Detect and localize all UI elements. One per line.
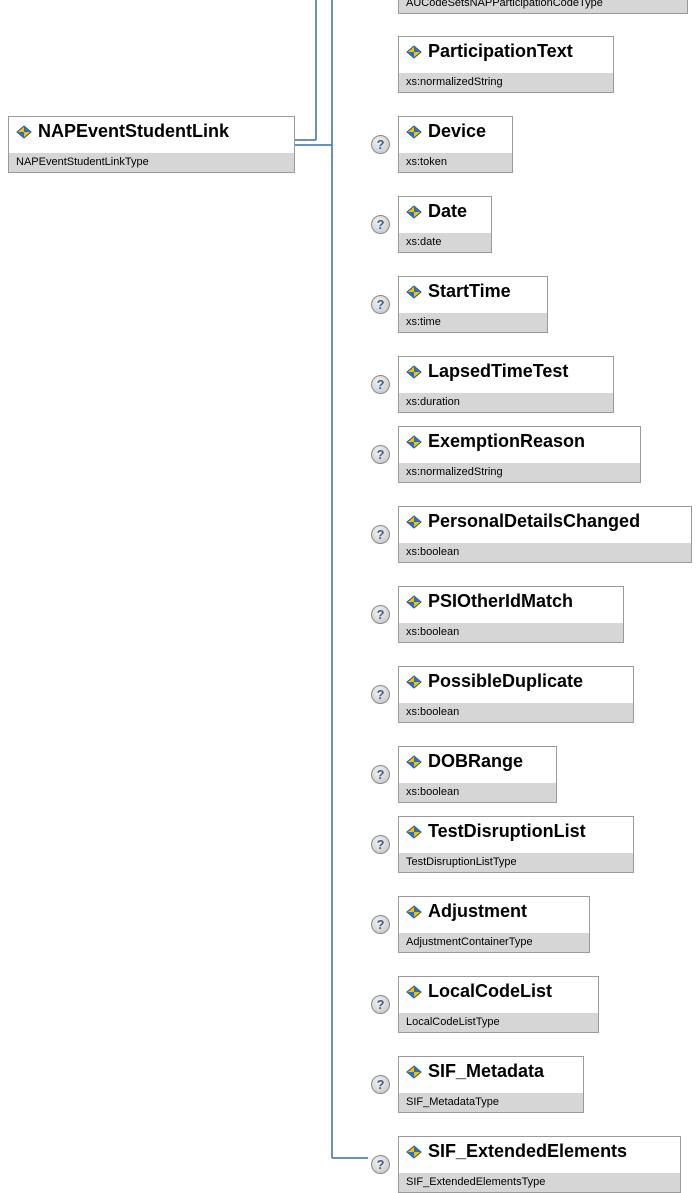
element-type: TestDisruptionListType — [399, 853, 633, 872]
optional-question-icon: ? — [371, 1075, 390, 1094]
element-diamond-icon — [406, 124, 422, 139]
element-type: xs:time — [399, 313, 547, 332]
schema-element-node[interactable]: LocalCodeList LocalCodeListType — [398, 976, 599, 1033]
root-element-node[interactable]: NAPEventStudentLink NAPEventStudentLinkT… — [8, 116, 295, 173]
element-diamond-icon — [406, 904, 422, 919]
optional-question-icon: ? — [371, 685, 390, 704]
optional-question-icon: ? — [371, 835, 390, 854]
schema-element-node[interactable]: LapsedTimeTest xs:duration — [398, 356, 614, 413]
schema-element-node[interactable]: SIF_ExtendedElements SIF_ExtendedElements… — [398, 1136, 681, 1193]
schema-element-node[interactable]: PossibleDuplicate xs:boolean — [398, 666, 634, 723]
element-type: xs:boolean — [399, 623, 623, 642]
element-type: AdjustmentContainerType — [399, 933, 589, 952]
element-diamond-icon — [406, 754, 422, 769]
element-name: LapsedTimeTest — [428, 361, 569, 381]
element-diamond-icon — [406, 674, 422, 689]
optional-question-icon: ? — [371, 295, 390, 314]
optional-question-icon: ? — [371, 445, 390, 464]
element-diamond-icon — [406, 1144, 422, 1159]
optional-question-icon: ? — [371, 765, 390, 784]
optional-question-icon: ? — [371, 135, 390, 154]
element-name: SIF_ExtendedElements — [428, 1141, 628, 1161]
element-name: PSIOtherIdMatch — [428, 591, 574, 611]
schema-element-node[interactable]: ExemptionReason xs:normalizedString — [398, 426, 641, 483]
optional-question-icon: ? — [371, 1155, 390, 1174]
element-name: StartTime — [428, 281, 511, 301]
element-diamond-icon — [406, 364, 422, 379]
schema-element-node[interactable]: SIF_Metadata SIF_MetadataType — [398, 1056, 584, 1113]
element-diamond-icon — [406, 594, 422, 609]
element-name: PersonalDetailsChanged — [428, 511, 641, 531]
element-type: xs:normalizedString — [399, 463, 640, 482]
element-diamond-icon — [406, 514, 422, 529]
element-diamond-icon — [16, 124, 32, 139]
element-type: xs:duration — [399, 393, 613, 412]
element-type: xs:date — [399, 233, 491, 252]
element-type: xs:boolean — [399, 543, 691, 562]
element-name: TestDisruptionList — [428, 821, 586, 841]
optional-question-icon: ? — [371, 215, 390, 234]
schema-element-node[interactable]: ParticipationText xs:normalizedString — [398, 36, 614, 93]
element-diamond-icon — [406, 44, 422, 59]
element-diamond-icon — [406, 284, 422, 299]
schema-element-node[interactable]: PSIOtherIdMatch xs:boolean — [398, 586, 624, 643]
partial-element-type: AUCodeSetsNAPParticipationCodeType — [398, 0, 688, 14]
element-type: SIF_MetadataType — [399, 1093, 583, 1112]
schema-element-node[interactable]: PersonalDetailsChanged xs:boolean — [398, 506, 692, 563]
element-diamond-icon — [406, 824, 422, 839]
schema-element-node[interactable]: Date xs:date — [398, 196, 492, 253]
schema-element-node[interactable]: TestDisruptionList TestDisruptionListType — [398, 816, 634, 873]
element-name: Date — [428, 201, 468, 221]
element-name: LocalCodeList — [428, 981, 553, 1001]
element-diamond-icon — [406, 1064, 422, 1079]
element-diamond-icon — [406, 204, 422, 219]
element-name: DOBRange — [428, 751, 524, 771]
schema-element-node[interactable]: DOBRange xs:boolean — [398, 746, 557, 803]
element-name: PossibleDuplicate — [428, 671, 584, 691]
element-type: LocalCodeListType — [399, 1013, 598, 1032]
root-element-type: NAPEventStudentLinkType — [9, 153, 294, 172]
optional-question-icon: ? — [371, 995, 390, 1014]
element-diamond-icon — [406, 984, 422, 999]
element-name: SIF_Metadata — [428, 1061, 545, 1081]
element-type: xs:boolean — [399, 703, 633, 722]
element-name: ExemptionReason — [428, 431, 586, 451]
root-element-name: NAPEventStudentLink — [38, 121, 230, 141]
element-type: SIF_ExtendedElementsType — [399, 1173, 680, 1192]
element-type: xs:boolean — [399, 783, 556, 802]
optional-question-icon: ? — [371, 375, 390, 394]
optional-question-icon: ? — [371, 915, 390, 934]
element-name: ParticipationText — [428, 41, 573, 61]
optional-question-icon: ? — [371, 605, 390, 624]
schema-element-node[interactable]: Adjustment AdjustmentContainerType — [398, 896, 590, 953]
optional-question-icon: ? — [371, 525, 390, 544]
schema-element-node[interactable]: StartTime xs:time — [398, 276, 548, 333]
element-diamond-icon — [406, 434, 422, 449]
element-type: xs:token — [399, 153, 512, 172]
element-name: Adjustment — [428, 901, 527, 921]
element-name: Device — [428, 121, 487, 141]
schema-element-node[interactable]: Device xs:token — [398, 116, 513, 173]
element-type: xs:normalizedString — [399, 73, 613, 92]
